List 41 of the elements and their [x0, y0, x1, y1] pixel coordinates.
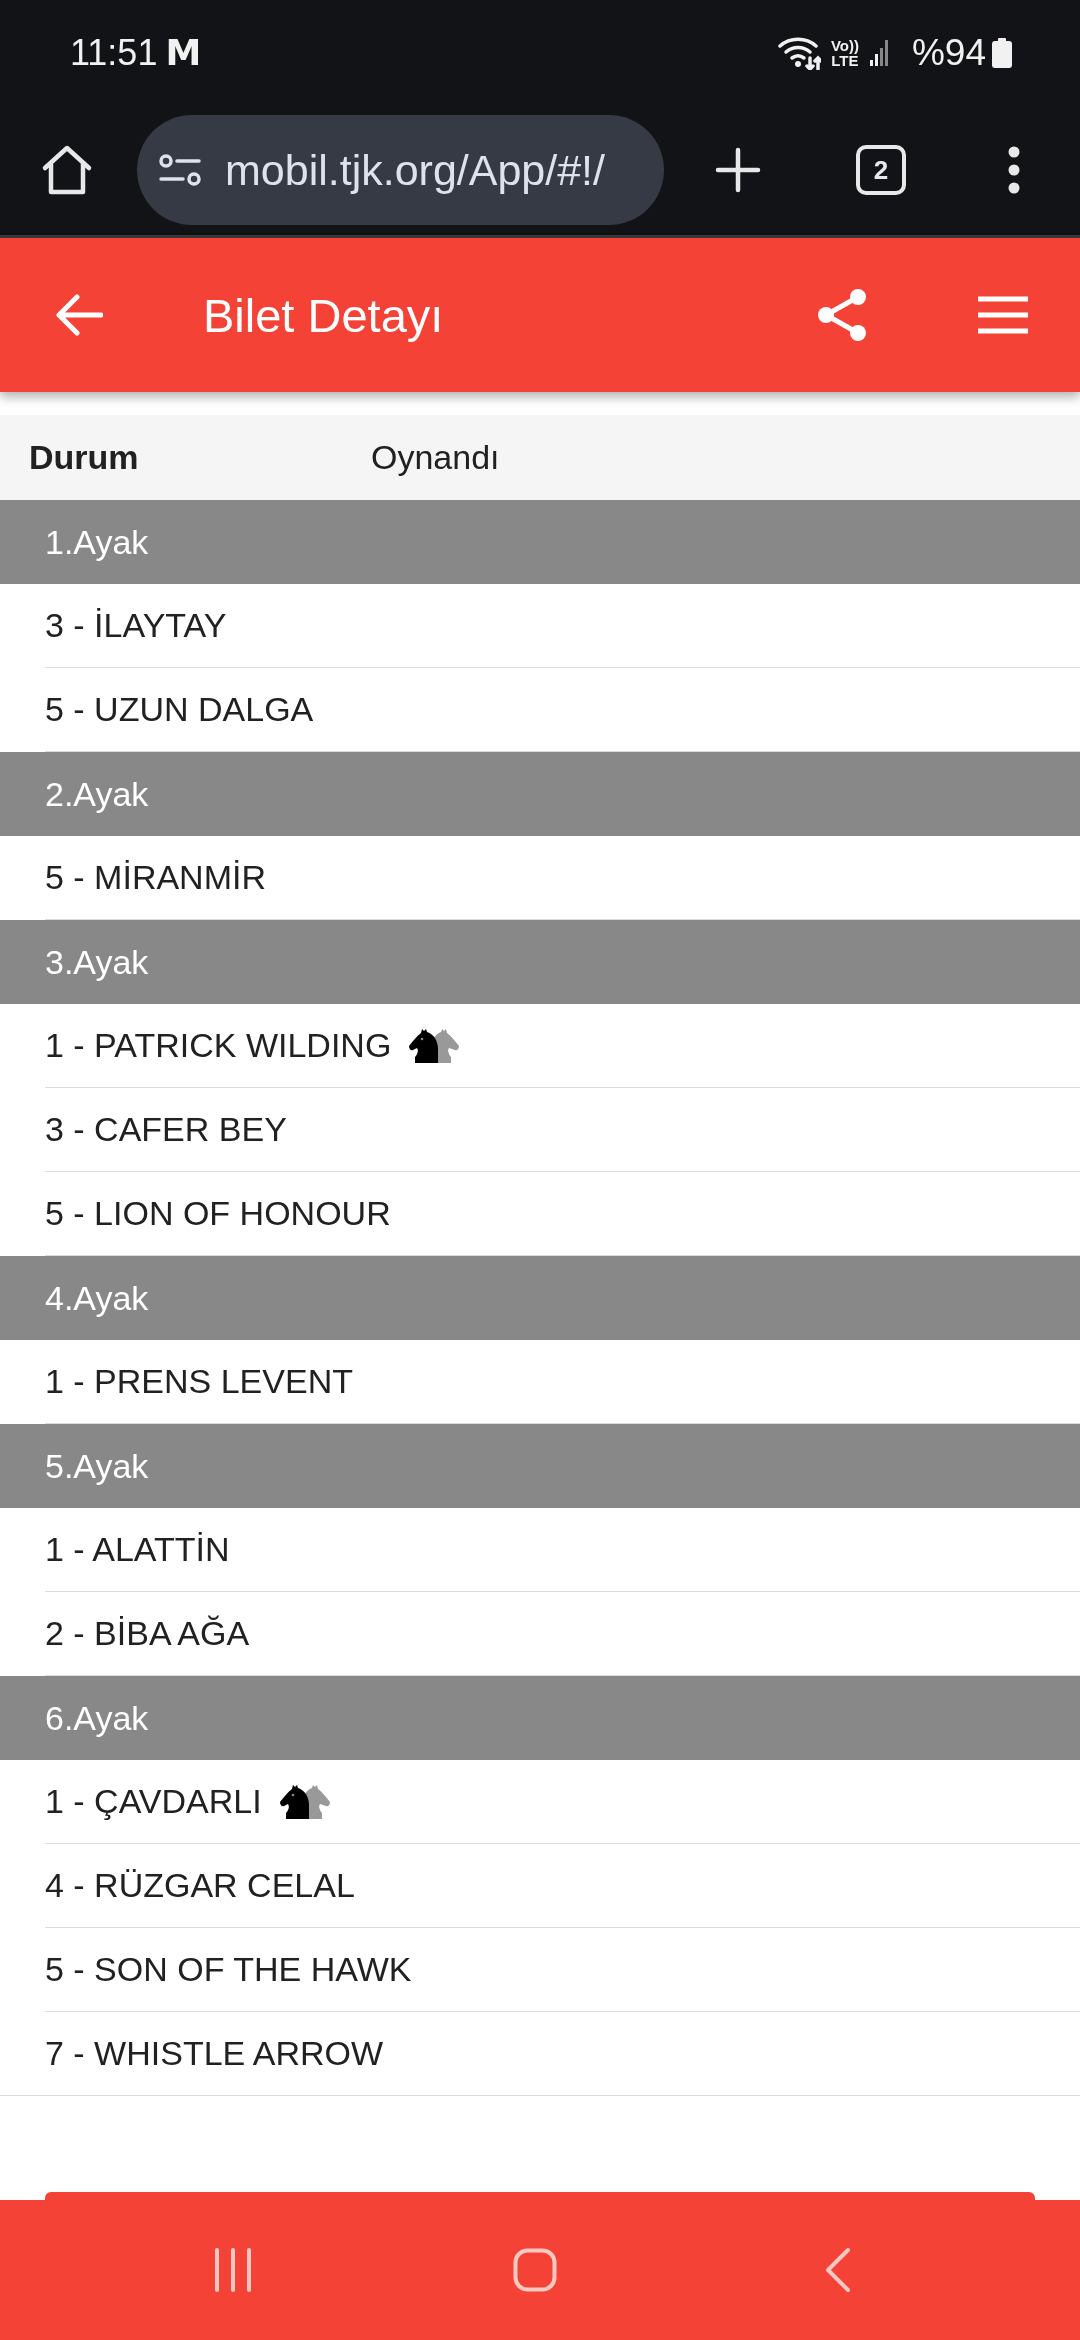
horse-entry: 5 - UZUN DALGA [45, 690, 314, 729]
horse-entry: 2 - BİBA AĞA [45, 1614, 250, 1653]
status-time: 11:51 [70, 31, 158, 74]
horse-entry: 1 - ÇAVDARLI [45, 1782, 262, 1821]
horse-entry: 1 - PRENS LEVENT [45, 1362, 353, 1401]
more-options-icon[interactable] [1008, 146, 1020, 194]
horse-entry: 5 - MİRANMİR [45, 858, 266, 897]
tab-count-button[interactable]: 2 [856, 145, 906, 195]
home-icon[interactable] [41, 144, 93, 196]
status-label: Durum [28, 438, 140, 477]
status-value: Oynandı [371, 438, 500, 477]
back-icon[interactable] [825, 2247, 851, 2293]
leg-header: 3.Ayak [0, 920, 1080, 1004]
wifi-icon [777, 35, 821, 70]
volte-label: Vo)) [830, 37, 859, 53]
horse-entry: 1 - ALATTİN [45, 1530, 230, 1569]
page-title: Bilet Detayı [203, 287, 444, 343]
horse-entry: 3 - CAFER BEY [45, 1110, 287, 1149]
url-field[interactable]: mobil.tjk.org/App/#!/ [137, 115, 664, 225]
horse-entry: 5 - SON OF THE HAWK [45, 1950, 412, 1989]
notification-icon: M [165, 32, 200, 73]
horse-entry: 5 - LION OF HONOUR [45, 1194, 391, 1233]
leg-header: 4.Ayak [0, 1256, 1080, 1340]
home-button-icon[interactable] [513, 2248, 557, 2292]
battery-percent: %94 [911, 31, 986, 74]
signal-icon [869, 39, 888, 66]
back-arrow-icon[interactable] [55, 294, 103, 336]
leg-header: 2.Ayak [0, 752, 1080, 836]
horse-entry: 3 - İLAYTAY [45, 606, 227, 645]
site-settings-icon[interactable] [159, 154, 201, 186]
recent-apps-icon[interactable] [213, 2248, 253, 2292]
horse-entry: 1 - PATRICK WILDING [45, 1026, 392, 1065]
leg-header: 6.Ayak [0, 1676, 1080, 1760]
battery-icon [992, 37, 1012, 68]
leg-header: 1.Ayak [0, 500, 1080, 584]
url-text: mobil.tjk.org/App/#!/ [225, 145, 605, 195]
new-tab-icon[interactable] [715, 147, 761, 193]
menu-icon[interactable] [976, 295, 1030, 335]
leg-header: 5.Ayak [0, 1424, 1080, 1508]
horse-entry: 4 - RÜZGAR CELAL [45, 1866, 355, 1905]
horse-entry: 7 - WHISTLE ARROW [45, 2034, 384, 2073]
